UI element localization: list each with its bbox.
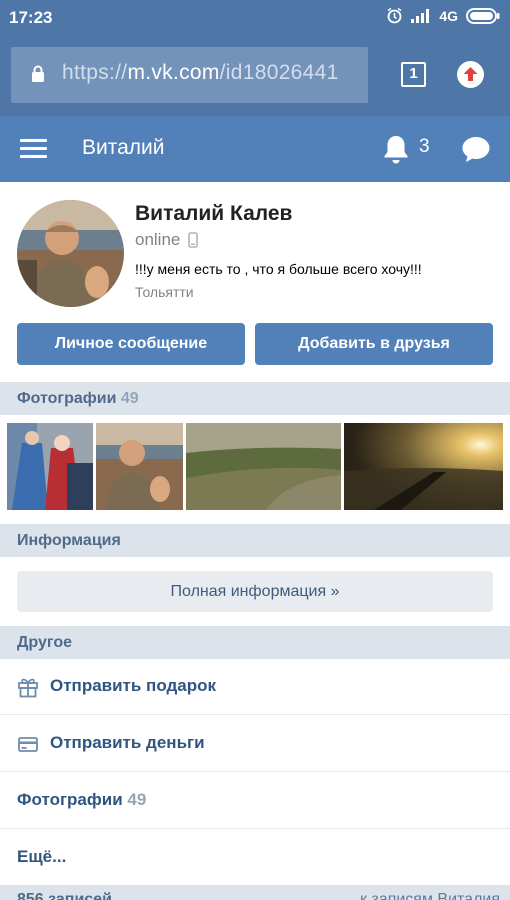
bell-icon[interactable] — [382, 134, 410, 164]
gift-icon — [18, 678, 38, 698]
photos-header[interactable]: Фотографии 49 — [0, 382, 510, 415]
alarm-icon — [387, 7, 402, 24]
more-item[interactable]: Ещё... — [0, 830, 510, 886]
page-title: Виталий — [82, 136, 165, 159]
browser-toolbar: https://m.vk.com/id18026441 1 — [0, 36, 510, 116]
notification-count: 3 — [419, 136, 430, 157]
photo-thumbnail[interactable] — [7, 423, 93, 510]
signal-icon — [411, 8, 430, 23]
send-gift-item[interactable]: Отправить подарок — [0, 659, 510, 715]
send-money-item[interactable]: Отправить деньги — [0, 716, 510, 772]
photo-thumbnail[interactable] — [344, 423, 503, 510]
photo-thumbnail[interactable] — [186, 423, 341, 510]
status-time: 17:23 — [9, 8, 53, 27]
profile-card: Виталий Калев online !!!у меня есть то ,… — [0, 182, 510, 382]
profile-name: Виталий Калев — [135, 202, 293, 225]
tabs-button[interactable]: 1 — [401, 62, 426, 87]
posts-count: 856 записей — [17, 891, 112, 900]
send-money-label: Отправить деньги — [50, 733, 205, 752]
profile-status-text: !!!у меня есть то , что я больше всего х… — [135, 261, 422, 277]
avatar[interactable] — [17, 200, 124, 307]
lock-icon — [32, 65, 44, 82]
photos-link-item[interactable]: Фотографии 49 — [0, 773, 510, 829]
photos-link-label: Фотографии 49 — [17, 790, 147, 809]
add-friend-button[interactable]: Добавить в друзья — [255, 323, 493, 365]
vk-header: Виталий 3 — [0, 116, 510, 182]
posts-link[interactable]: к записям Виталия — [360, 891, 500, 900]
card-icon — [18, 737, 38, 752]
update-icon[interactable] — [457, 61, 484, 88]
photos-strip — [0, 415, 510, 524]
other-header: Другое — [0, 626, 510, 659]
network-type: 4G — [439, 7, 458, 24]
full-info-button[interactable]: Полная информация » — [17, 571, 493, 612]
battery-icon — [466, 7, 500, 24]
other-list: Отправить подарок Отправить деньги Фотог… — [0, 659, 510, 886]
send-gift-label: Отправить подарок — [50, 676, 217, 695]
posts-header: 856 записей к записям Виталия — [0, 885, 510, 900]
photo-thumbnail[interactable] — [96, 423, 183, 510]
status-bar: 17:23 4G — [0, 0, 510, 36]
menu-icon[interactable] — [20, 139, 47, 159]
message-button[interactable]: Личное сообщение — [17, 323, 245, 365]
info-header: Информация — [0, 524, 510, 557]
url-text: https://m.vk.com/id18026441 — [62, 61, 339, 84]
url-field[interactable]: https://m.vk.com/id18026441 — [11, 47, 368, 103]
online-status: online — [135, 230, 199, 250]
mobile-icon — [188, 232, 199, 248]
more-label: Ещё... — [17, 847, 67, 866]
status-icons: 4G — [386, 7, 500, 24]
info-section: Полная информация » — [0, 557, 510, 626]
profile-city: Тольятти — [135, 284, 194, 300]
chat-icon[interactable] — [461, 135, 491, 163]
